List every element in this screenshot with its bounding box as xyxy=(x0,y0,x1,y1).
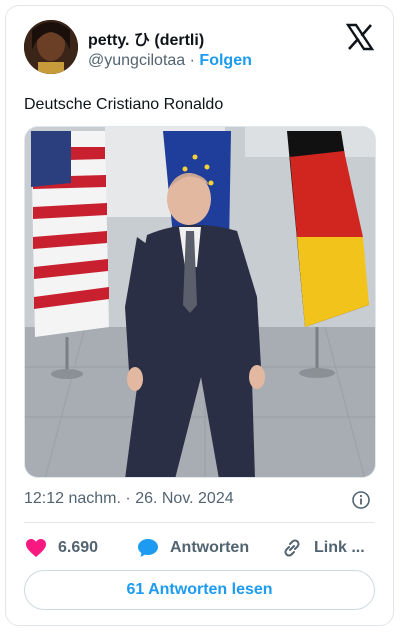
follow-button[interactable]: Folgen xyxy=(199,52,251,69)
separator-dot: · xyxy=(189,52,195,69)
link-icon xyxy=(284,539,300,557)
reply-bubble-icon xyxy=(138,539,158,557)
tweet-date: 26. Nov. 2024 xyxy=(135,490,234,507)
action-bar: 6.690 Antworten Link ... xyxy=(24,536,375,562)
like-button[interactable]: 6.690 xyxy=(24,536,98,560)
handle-row: @yungcilotaa · Folgen xyxy=(88,52,252,70)
copy-link-button[interactable]: Link ... xyxy=(280,536,365,560)
heart-icon xyxy=(26,539,46,557)
reply-button[interactable]: Antworten xyxy=(136,536,249,560)
x-logo-icon[interactable] xyxy=(345,22,375,52)
meta-dot: · xyxy=(125,490,131,507)
user-handle[interactable]: @yungcilotaa xyxy=(88,52,185,69)
tweet-card: petty. ひ (dertli) @yungcilotaa · Folgen … xyxy=(5,5,394,626)
read-replies-button[interactable]: 61 Antworten lesen xyxy=(24,570,375,610)
link-label: Link ... xyxy=(314,539,365,556)
tweet-timestamp[interactable]: 12:12 nachm. · 26. Nov. 2024 xyxy=(24,490,234,508)
info-icon[interactable] xyxy=(351,490,371,510)
like-count: 6.690 xyxy=(58,539,99,556)
divider xyxy=(24,522,375,523)
tweet-time: 12:12 nachm. xyxy=(24,490,121,507)
display-name[interactable]: petty. ひ (dertli) xyxy=(88,26,204,50)
tweet-photo[interactable] xyxy=(24,126,376,478)
tweet-text: Deutsche Cristiano Ronaldo xyxy=(24,96,224,113)
reply-label: Antworten xyxy=(170,539,250,556)
avatar[interactable] xyxy=(24,20,78,74)
